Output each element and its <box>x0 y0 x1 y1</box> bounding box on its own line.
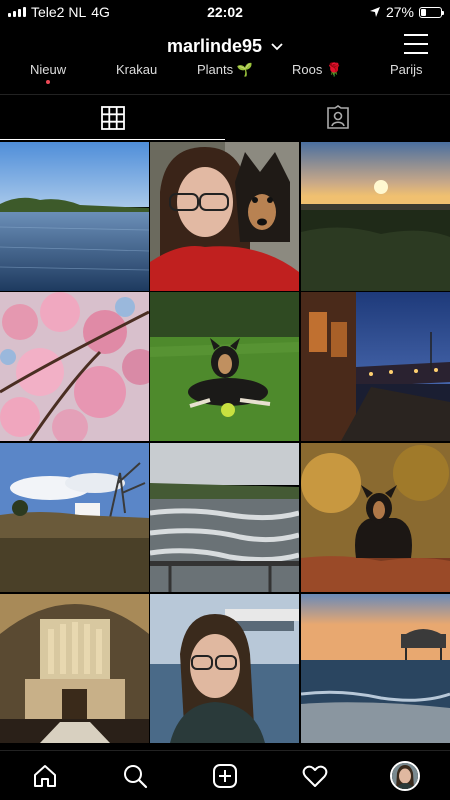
story-highlights: Nieuw Krakau Plants 🌱 Roos 🌹 Parijs <box>0 60 450 88</box>
profile-tabs <box>0 94 450 140</box>
active-tab-indicator <box>0 139 225 140</box>
grid-photo[interactable] <box>150 142 299 291</box>
avatar <box>390 760 420 791</box>
grid-photo[interactable] <box>0 292 149 441</box>
status-bar: Tele2 NL 4G 22:02 27% <box>0 0 450 24</box>
grid-photo[interactable] <box>0 142 149 291</box>
bottom-nav <box>0 750 450 800</box>
search-icon <box>124 764 148 788</box>
new-dot <box>46 80 51 84</box>
menu-button[interactable] <box>404 34 428 54</box>
highlight-parijs[interactable]: Parijs <box>390 62 423 77</box>
grid-photo[interactable] <box>301 292 450 441</box>
add-post-icon <box>213 763 237 788</box>
grid-photo[interactable] <box>0 443 149 592</box>
tab-tagged[interactable] <box>225 95 450 141</box>
grid-photo[interactable] <box>150 594 299 743</box>
highlight-plants[interactable]: Plants 🌱 <box>197 62 253 78</box>
username: marlinde95 <box>166 36 263 56</box>
nav-search[interactable] <box>115 756 155 796</box>
battery-percent: 27% <box>385 4 414 20</box>
account-switcher[interactable]: marlinde95 <box>0 36 450 57</box>
nav-new-post[interactable] <box>205 756 245 796</box>
nav-profile[interactable] <box>385 756 425 796</box>
photo-grid <box>0 142 450 752</box>
tab-grid[interactable] <box>0 95 225 141</box>
location-arrow-icon <box>369 7 380 17</box>
grid-icon <box>100 106 125 130</box>
chevron-down-icon <box>271 43 283 51</box>
tagged-person-icon <box>326 105 349 129</box>
grid-photo[interactable] <box>301 594 450 743</box>
profile-header: marlinde95 <box>0 28 450 64</box>
highlight-roos[interactable]: Roos 🌹 <box>292 62 342 78</box>
grid-photo[interactable] <box>301 443 450 592</box>
home-icon <box>34 764 56 787</box>
heart-icon <box>302 765 328 787</box>
grid-photo[interactable] <box>0 594 149 743</box>
grid-photo[interactable] <box>301 142 450 291</box>
nav-home[interactable] <box>25 756 65 796</box>
highlight-nieuw[interactable]: Nieuw <box>30 62 66 84</box>
nav-activity[interactable] <box>295 756 335 796</box>
hamburger-icon <box>404 34 428 36</box>
grid-photo[interactable] <box>150 292 299 441</box>
battery-icon <box>419 6 444 18</box>
grid-photo[interactable] <box>150 443 299 592</box>
highlight-krakau[interactable]: Krakau <box>116 62 157 77</box>
